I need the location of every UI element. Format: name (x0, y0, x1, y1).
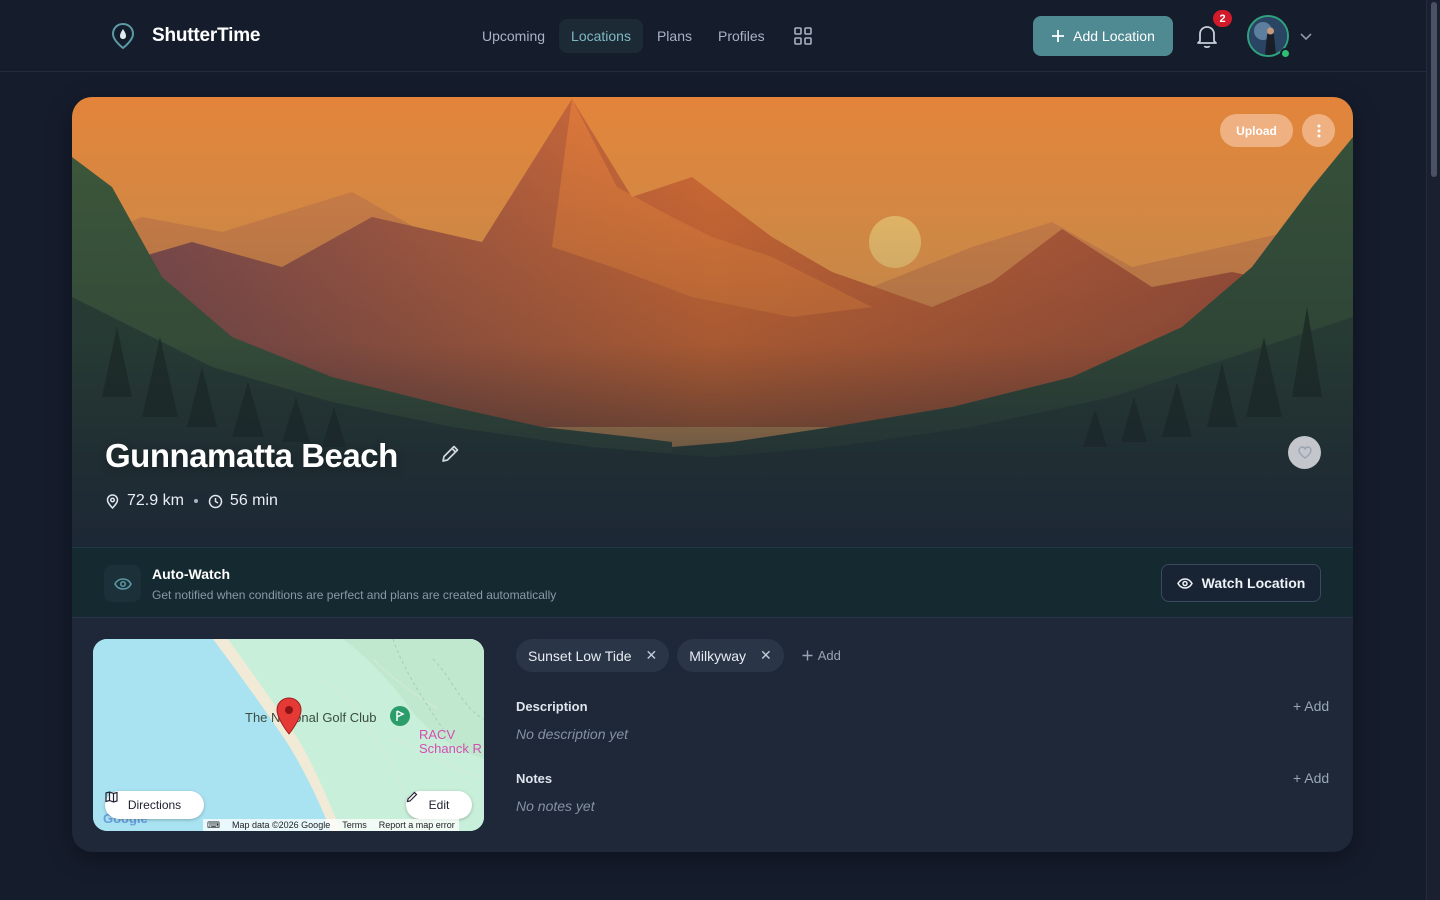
directions-button[interactable]: Directions (105, 791, 204, 819)
map-edit-label: Edit (428, 798, 450, 812)
separator-dot (193, 499, 198, 503)
map-attribution: ⌨ Map data ©2026 Google Terms Report a m… (203, 819, 459, 831)
add-notes-button[interactable]: + Add (1293, 770, 1329, 786)
main-nav: Upcoming Locations Plans Profiles (470, 18, 821, 54)
brand-name: ShutterTime (152, 25, 261, 46)
scrollbar-thumb[interactable] (1431, 2, 1437, 177)
add-tag-label: Add (817, 648, 841, 663)
auto-watch-banner: Auto-Watch Get notified when conditions … (72, 547, 1353, 618)
map-label-racv-line1: RACV (419, 727, 456, 742)
map-label-racv-line2: Schanck R (419, 741, 482, 756)
pencil-icon (406, 791, 418, 803)
map-label-golf-club: The National Golf Club (245, 710, 377, 725)
heart-icon (1297, 446, 1312, 459)
add-location-label: Add Location (1073, 28, 1155, 44)
notification-badge: 2 (1213, 10, 1232, 27)
map-terms-link[interactable]: Terms (342, 820, 367, 830)
plus-icon (1052, 30, 1065, 42)
add-tag-button[interactable]: Add (802, 648, 841, 663)
upload-button[interactable]: Upload (1220, 114, 1293, 147)
nav-item-upcoming[interactable]: Upcoming (470, 19, 557, 53)
location-map[interactable]: The National Golf Club RACV Schanck R Go… (93, 639, 484, 831)
location-duration: 56 min (229, 492, 278, 509)
eye-icon (104, 565, 141, 602)
mountain-sunset-illustration (72, 97, 1353, 547)
map-label-racv: RACV Schanck R (419, 728, 482, 756)
notes-heading: Notes (516, 771, 553, 786)
top-navigation-bar: ShutterTime Upcoming Locations Plans Pro… (0, 0, 1426, 72)
page-scrollbar[interactable] (1426, 0, 1440, 900)
tag-label: Sunset Low Tide (528, 647, 632, 664)
location-hero-image: Gunnamatta Beach 72.9 km 56 min Upload (72, 97, 1353, 547)
notes-empty-text: No notes yet (516, 798, 595, 814)
nav-item-plans[interactable]: Plans (645, 19, 704, 53)
add-description-button[interactable]: + Add (1293, 698, 1329, 714)
nav-item-locations[interactable]: Locations (559, 19, 643, 53)
online-status-dot (1280, 48, 1291, 59)
location-pin-icon (106, 493, 119, 509)
auto-watch-subtitle: Get notified when conditions are perfect… (152, 588, 557, 602)
chevron-down-icon[interactable] (1299, 29, 1313, 43)
keyboard-shortcuts-icon[interactable]: ⌨ (207, 820, 220, 831)
remove-tag-icon[interactable]: ✕ (760, 647, 772, 664)
location-title: Gunnamatta Beach (105, 437, 398, 474)
grid-icon[interactable] (785, 18, 821, 54)
vertical-dots-icon (1317, 124, 1320, 137)
description-heading: Description (516, 699, 588, 714)
nav-item-profiles[interactable]: Profiles (706, 19, 777, 53)
map-report-link[interactable]: Report a map error (379, 820, 455, 830)
tag-chip: Milkyway ✕ (677, 639, 784, 672)
eye-icon (1176, 577, 1193, 589)
favorite-button[interactable] (1288, 436, 1321, 469)
brand[interactable]: ShutterTime (110, 22, 261, 50)
location-distance: 72.9 km (127, 492, 184, 509)
remove-tag-icon[interactable]: ✕ (646, 647, 658, 664)
bell-icon[interactable] (1194, 22, 1220, 50)
map-pin-logo-icon (111, 22, 135, 50)
watch-location-button[interactable]: Watch Location (1161, 564, 1321, 602)
watch-location-label: Watch Location (1201, 575, 1306, 591)
more-options-button[interactable] (1302, 114, 1335, 147)
location-card: Gunnamatta Beach 72.9 km 56 min Upload A… (72, 97, 1353, 852)
tag-chip: Sunset Low Tide ✕ (516, 639, 670, 672)
map-data-text: Map data ©2026 Google (232, 820, 331, 830)
location-meta: 72.9 km 56 min (105, 492, 278, 510)
map-edit-button[interactable]: Edit (406, 791, 472, 819)
directions-label: Directions (127, 798, 182, 812)
tag-list: Sunset Low Tide ✕ Milkyway ✕ Add (516, 639, 841, 672)
add-location-button[interactable]: Add Location (1033, 16, 1173, 56)
map-icon (105, 791, 118, 803)
tag-label: Milkyway (689, 647, 747, 664)
pencil-icon[interactable] (439, 443, 461, 465)
description-empty-text: No description yet (516, 726, 629, 742)
auto-watch-title: Auto-Watch (152, 566, 231, 582)
clock-icon (208, 494, 223, 508)
plus-icon (802, 650, 813, 661)
map-marker-icon[interactable] (275, 697, 303, 735)
